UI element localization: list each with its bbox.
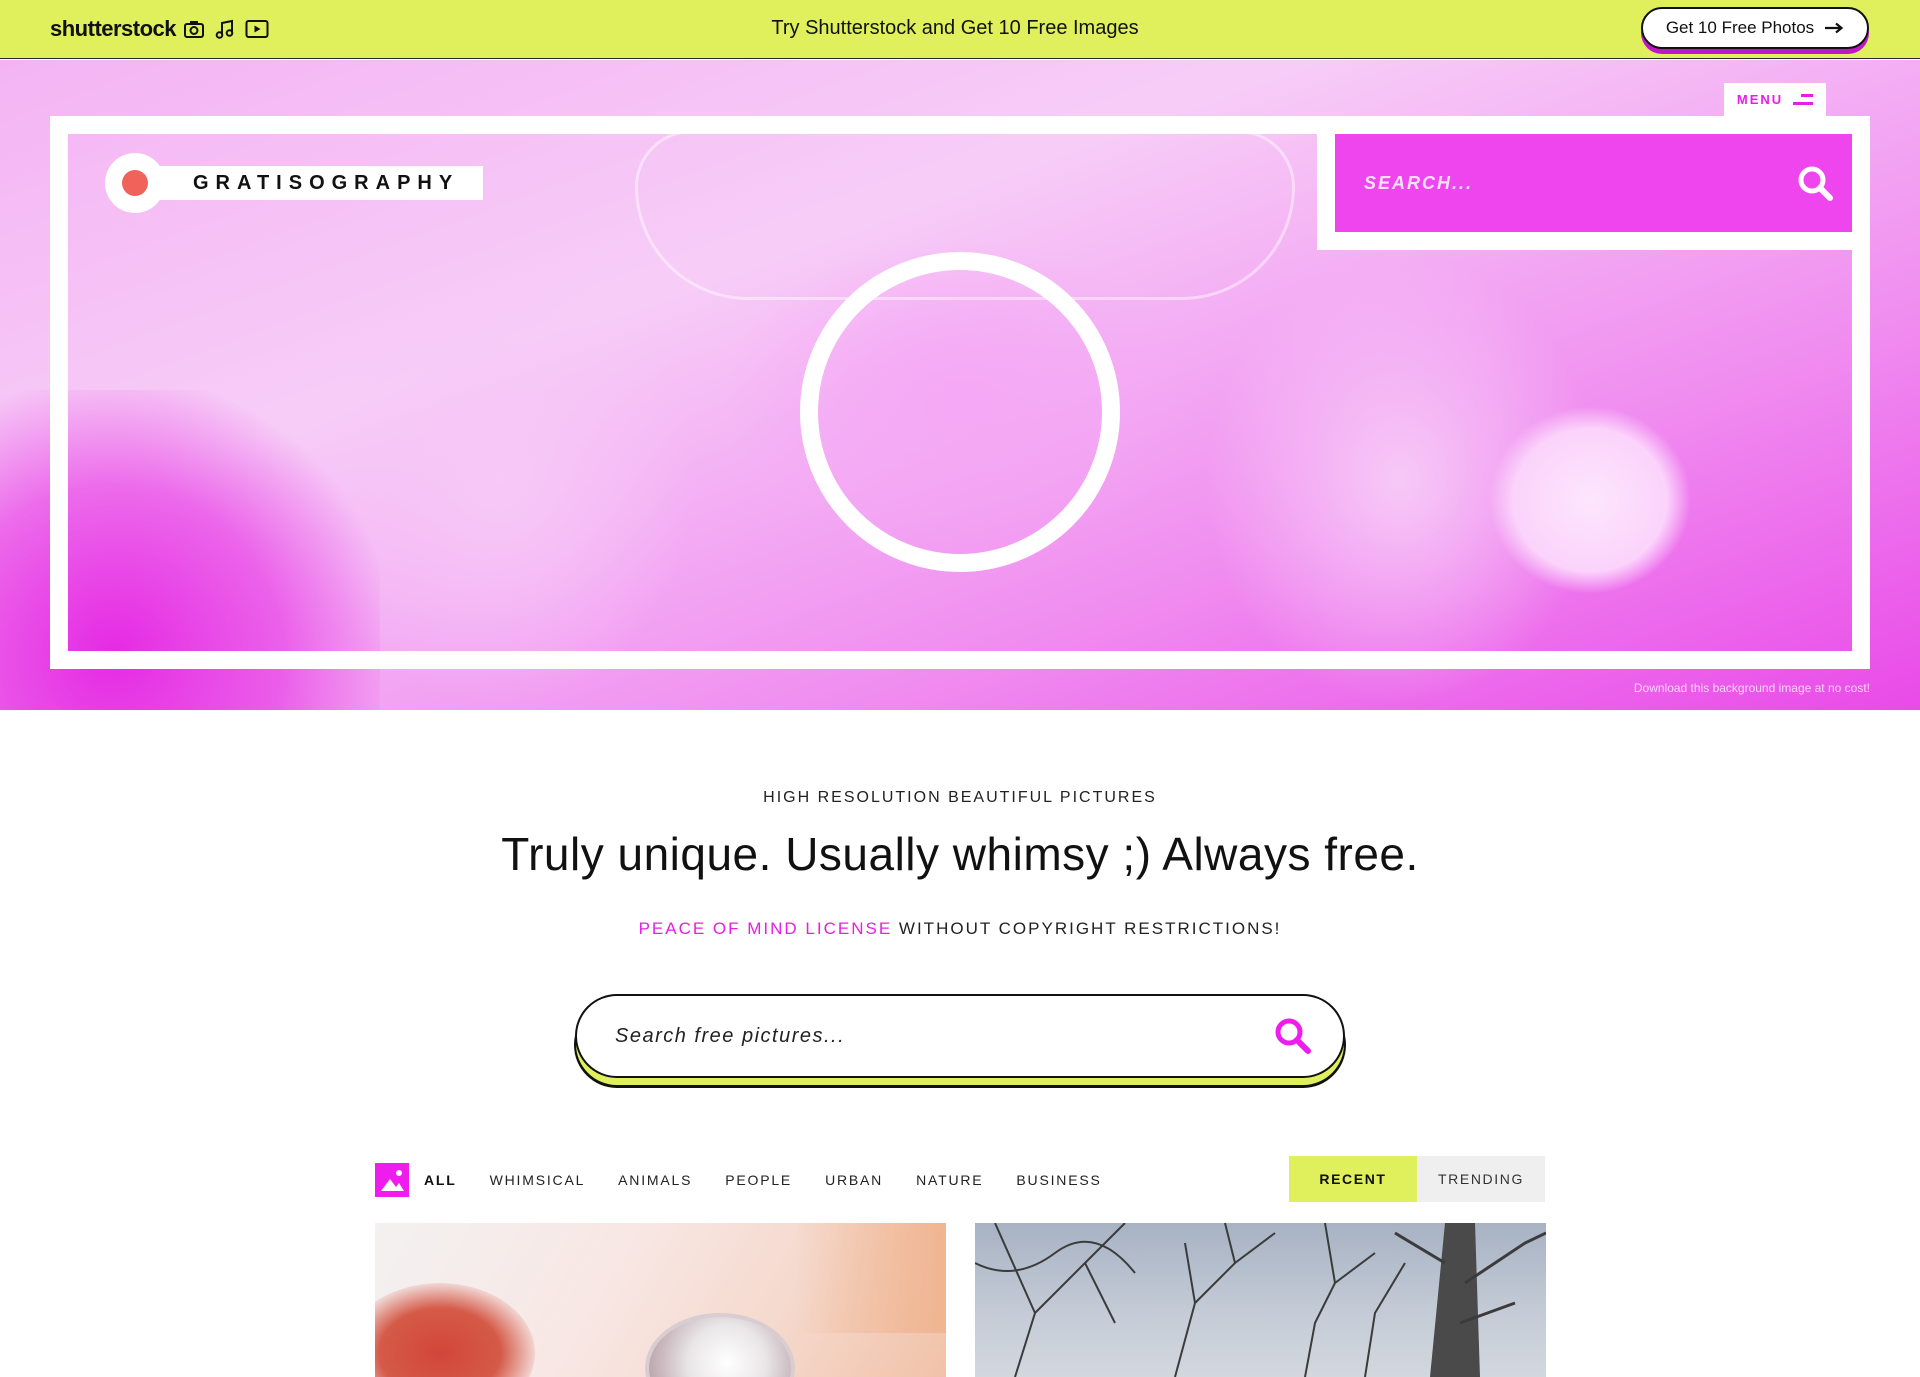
hero-search-container: SEARCH...: [1317, 116, 1870, 250]
search-icon[interactable]: [1796, 164, 1834, 202]
sort-toggle: RECENT TRENDING: [1289, 1156, 1545, 1202]
menu-button[interactable]: MENU: [1724, 83, 1826, 116]
hero-search-input[interactable]: SEARCH...: [1335, 134, 1852, 232]
gallery-card-trees[interactable]: [975, 1223, 1546, 1377]
license-text: WITHOUT COPYRIGHT RESTRICTIONS!: [892, 919, 1282, 938]
microphone-image: [645, 1313, 795, 1377]
get-free-photos-label: Get 10 Free Photos: [1665, 18, 1815, 37]
hero-search-placeholder: SEARCH...: [1364, 172, 1474, 193]
promo-text[interactable]: Try Shutterstock and Get 10 Free Images: [0, 17, 1910, 40]
background-credit-link[interactable]: Download this background image at no cos…: [1634, 681, 1870, 695]
intro-eyebrow: HIGH RESOLUTION BEAUTIFUL PICTURES: [763, 789, 1157, 806]
bare-trees-image: [975, 1223, 1546, 1377]
filter-business[interactable]: BUSINESS: [1016, 1172, 1101, 1188]
image-category-icon[interactable]: [375, 1163, 409, 1197]
filter-all[interactable]: ALL: [424, 1172, 457, 1188]
filter-people[interactable]: PEOPLE: [725, 1172, 792, 1188]
gallery-card-microphone[interactable]: [375, 1223, 946, 1377]
card-photo-shape: [375, 1283, 535, 1377]
filter-animals[interactable]: ANIMALS: [618, 1172, 692, 1188]
hero-circle-overlay: [800, 252, 1120, 572]
filter-nature[interactable]: NATURE: [916, 1172, 983, 1188]
menu-label: MENU: [1736, 92, 1784, 107]
hero-banner: MENU GRATISOGRAPHY SEARCH... Download th…: [0, 60, 1920, 710]
search-icon[interactable]: [1273, 1016, 1313, 1056]
card-photo-shape: [795, 1223, 946, 1333]
get-free-photos-button[interactable]: Get 10 Free Photos: [1641, 7, 1869, 49]
menu-icon: [1793, 93, 1814, 106]
page-headline: Truly unique. Usually whimsy ;) Always f…: [501, 828, 1419, 880]
promo-bar: shutterstock Try Shutterstock and Get 10…: [0, 0, 1920, 59]
main-search-placeholder: Search free pictures...: [615, 1024, 846, 1047]
sort-trending-button[interactable]: TRENDING: [1417, 1156, 1545, 1202]
license-line: PEACE OF MIND LICENSE WITHOUT COPYRIGHT …: [0, 919, 1920, 939]
filter-urban[interactable]: URBAN: [825, 1172, 883, 1188]
sort-recent-button[interactable]: RECENT: [1289, 1156, 1417, 1202]
gratisography-logo[interactable]: GRATISOGRAPHY: [105, 153, 484, 213]
main-search-input[interactable]: Search free pictures...: [575, 994, 1345, 1078]
filter-whimsical[interactable]: WHIMSICAL: [490, 1172, 586, 1188]
logo-dot-icon: [105, 153, 165, 213]
brand-name: GRATISOGRAPHY: [135, 166, 484, 200]
category-filters: ALL WHIMSICAL ANIMALS PEOPLE URBAN NATUR…: [375, 1163, 1135, 1197]
arrow-right-icon: [1824, 18, 1844, 38]
license-link[interactable]: PEACE OF MIND LICENSE: [639, 919, 893, 938]
